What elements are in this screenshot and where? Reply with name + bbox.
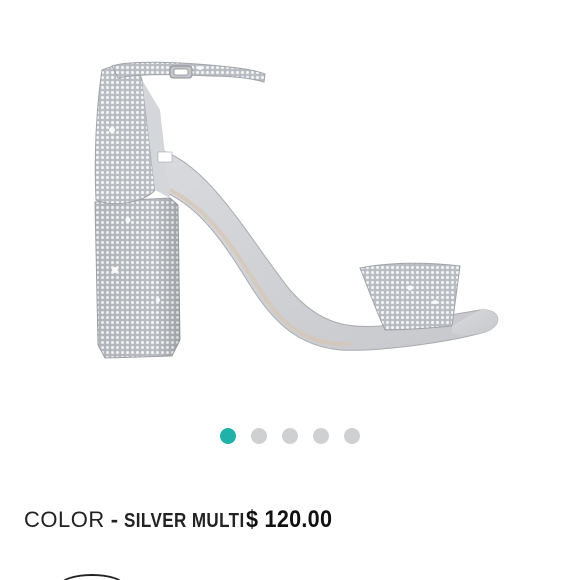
color-label: COLOR	[24, 507, 105, 532]
carousel-dot-1[interactable]	[220, 428, 236, 444]
carousel-dot-3[interactable]	[282, 428, 298, 444]
carousel-dot-2[interactable]	[251, 428, 267, 444]
image-carousel-dots	[0, 428, 580, 444]
product-page: COLOR - SILVER MULTI $ 120.00	[0, 0, 580, 580]
carousel-dot-5[interactable]	[344, 428, 360, 444]
color-separator: -	[110, 507, 119, 532]
product-info-row: COLOR - SILVER MULTI $ 120.00	[24, 506, 342, 534]
carousel-dot-4[interactable]	[313, 428, 329, 444]
partial-button-outline[interactable]	[60, 574, 124, 580]
product-price: $ 120.00	[246, 506, 333, 533]
color-value: SILVER MULTI	[124, 510, 245, 532]
product-image[interactable]	[60, 40, 530, 400]
